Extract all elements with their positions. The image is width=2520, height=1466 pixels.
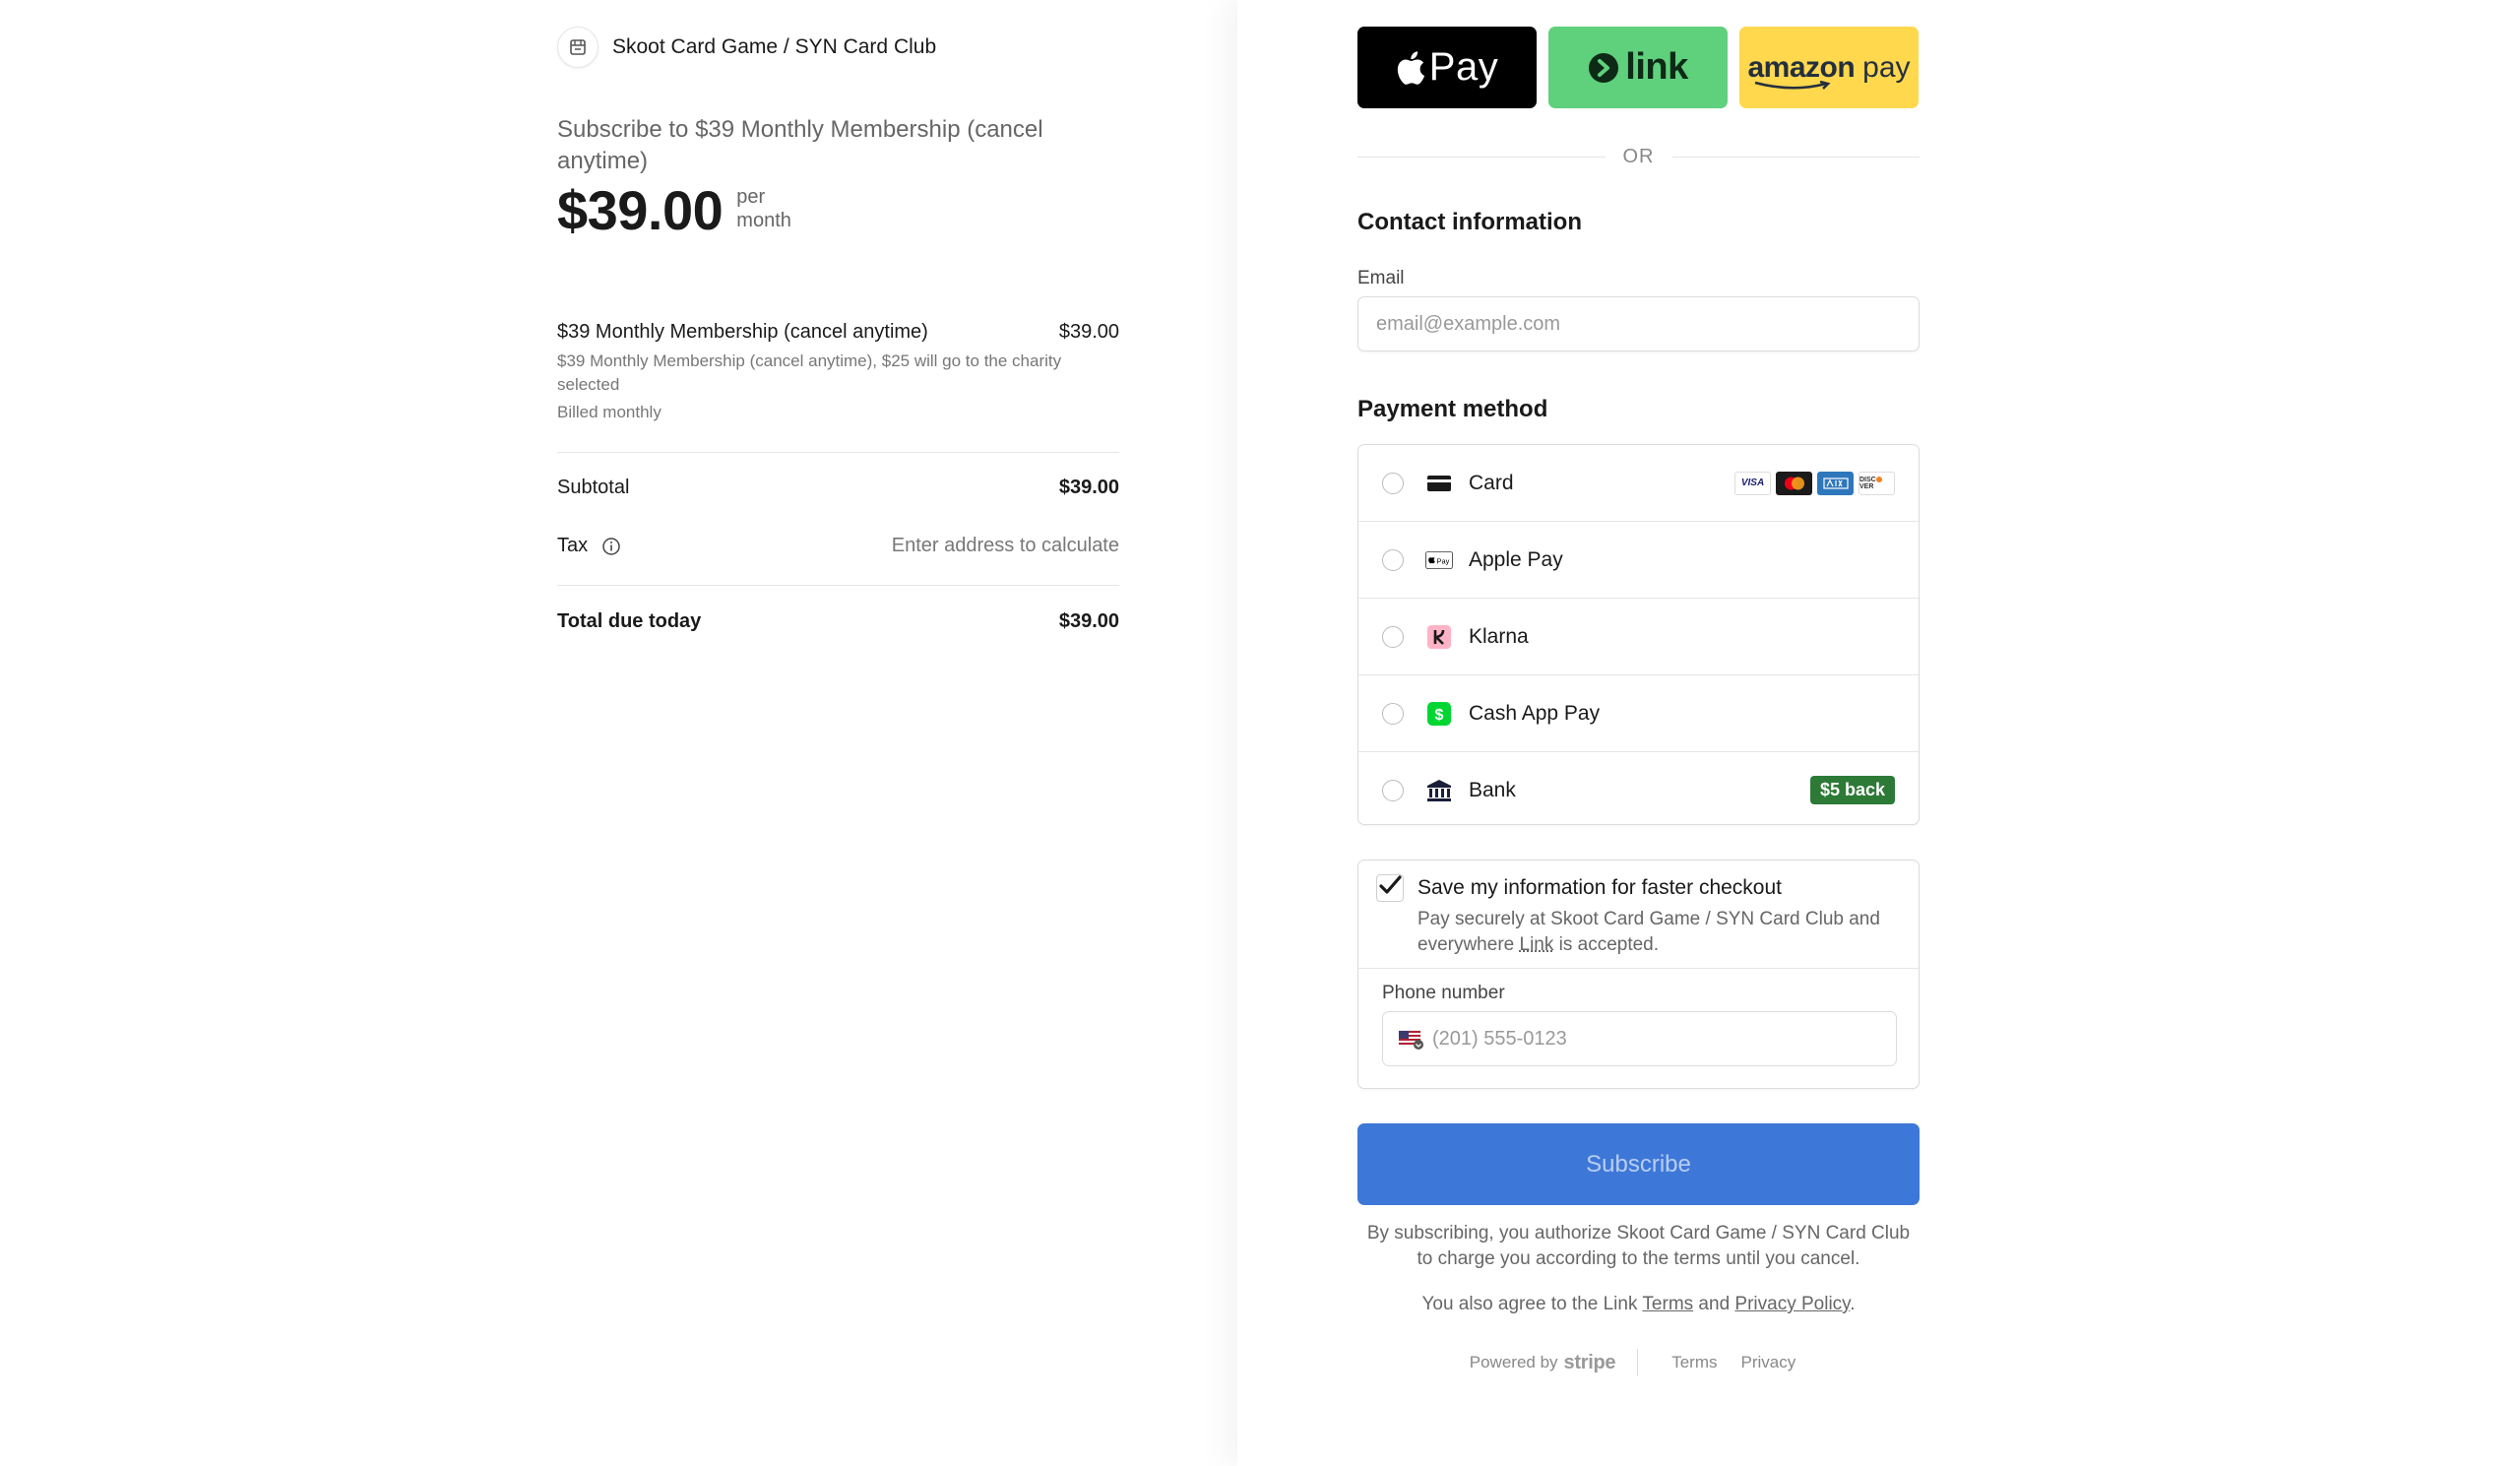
footer: Powered by stripe Terms Privacy: [1357, 1349, 1920, 1376]
subtotal-label: Subtotal: [557, 477, 630, 498]
tax-label: Tax: [557, 535, 589, 556]
bank-cashback-badge: $5 back: [1809, 776, 1895, 804]
price-amount: $39.00: [557, 179, 724, 241]
apple-pay-label: Pay: [1428, 45, 1499, 89]
agree-text: You also agree to the Link: [1421, 1294, 1643, 1314]
link-terms-link[interactable]: Terms: [1642, 1294, 1693, 1314]
authorization-text: By subscribing, you authorize Skoot Card…: [1366, 1223, 1911, 1269]
phone-label: Phone number: [1382, 983, 1505, 1003]
info-icon[interactable]: [601, 537, 621, 556]
klarna-icon: [1425, 623, 1453, 651]
payment-option-bank[interactable]: Bank $5 back: [1358, 752, 1919, 828]
mastercard-icon: [1776, 471, 1812, 495]
email-placeholder: email@example.com: [1376, 312, 1561, 335]
tax-value: Enter address to calculate: [891, 535, 1119, 556]
express-checkout: Pay link amazon pay: [1357, 27, 1919, 108]
payment-method-list: Card VISA DISCVER Pay Apple Pay Klarna $…: [1357, 444, 1920, 825]
save-info-description: Pay securely at Skoot Card Game / SYN Ca…: [1418, 907, 1910, 958]
payment-label-apple-pay: Apple Pay: [1469, 547, 1563, 571]
and-text: and: [1693, 1294, 1735, 1314]
visa-icon: VISA: [1734, 471, 1771, 495]
subscribe-button[interactable]: Subscribe: [1357, 1123, 1920, 1205]
payment-label-klarna: Klarna: [1469, 624, 1529, 648]
or-divider: OR: [1357, 146, 1920, 168]
amazon-label: amazon: [1747, 50, 1856, 84]
payment-option-cash-app[interactable]: $ Cash App Pay: [1358, 675, 1919, 751]
link-label: link: [1625, 46, 1688, 88]
link-privacy-link[interactable]: Privacy Policy: [1734, 1294, 1850, 1314]
card-icon: [1425, 470, 1453, 497]
save-info-box: Save my information for faster checkout …: [1357, 860, 1920, 1089]
bank-icon: [1425, 777, 1453, 804]
or-text: OR: [1622, 146, 1655, 167]
total-label: Total due today: [557, 610, 702, 632]
line-item: $39 Monthly Membership (cancel anytime) …: [557, 321, 1119, 422]
radio-card[interactable]: [1382, 472, 1404, 494]
amex-icon: [1817, 471, 1854, 495]
footer-terms-link[interactable]: Terms: [1671, 1353, 1717, 1372]
payment-method-title: Payment method: [1357, 396, 1548, 422]
cash-app-icon: $: [1425, 700, 1453, 728]
order-summary-pane: Skoot Card Game / SYN Card Club Subscrib…: [0, 0, 1237, 1466]
stripe-logo[interactable]: stripe: [1564, 1352, 1616, 1374]
amazon-smile-icon: [1755, 80, 1831, 90]
apple-logo-icon: [1397, 50, 1424, 85]
phone-placeholder: (201) 555-0123: [1432, 1027, 1567, 1050]
line-item-amount: $39.00: [1058, 321, 1119, 343]
email-field[interactable]: email@example.com: [1357, 296, 1920, 351]
footer-privacy-link[interactable]: Privacy: [1741, 1353, 1796, 1372]
payment-option-card[interactable]: Card VISA DISCVER: [1358, 445, 1919, 521]
discover-icon: DISCVER: [1858, 471, 1895, 495]
line-item-name: $39 Monthly Membership (cancel anytime): [557, 321, 928, 343]
amazon-pay-label: pay: [1862, 50, 1911, 84]
line-item-billing: Billed monthly: [557, 403, 662, 421]
phone-field[interactable]: (201) 555-0123: [1382, 1011, 1897, 1066]
merchant-name: Skoot Card Game / SYN Card Club: [612, 35, 937, 58]
save-info-checkbox[interactable]: [1376, 874, 1404, 902]
radio-cash-app[interactable]: [1382, 702, 1404, 725]
period-text: .: [1850, 1294, 1856, 1314]
total-row: Total due today $39.00: [557, 610, 1119, 633]
link-agreement-text: You also agree to the Link Terms and Pri…: [1357, 1294, 1920, 1315]
svg-text:Pay: Pay: [1437, 556, 1450, 565]
tax-row: Tax Enter address to calculate: [557, 535, 1119, 557]
amazon-pay-button[interactable]: amazon pay: [1739, 27, 1919, 108]
apple-pay-button[interactable]: Pay: [1357, 27, 1537, 108]
svg-text:$: $: [1435, 707, 1444, 724]
card-brands: VISA DISCVER: [1734, 471, 1895, 495]
checkmark-icon: [1379, 875, 1402, 894]
price-row: $39.00 per month: [557, 179, 805, 242]
link-button[interactable]: link: [1548, 27, 1728, 108]
line-item-description: $39 Monthly Membership (cancel anytime),…: [557, 351, 1062, 394]
link-arrow-icon: [1589, 52, 1619, 83]
payment-label-card: Card: [1469, 471, 1514, 494]
subscription-title: Subscribe to $39 Monthly Membership (can…: [557, 116, 1043, 174]
payment-label-bank: Bank: [1469, 778, 1516, 801]
email-label: Email: [1357, 268, 1405, 288]
apple-pay-icon: Pay: [1425, 546, 1453, 574]
subtotal-value: $39.00: [1058, 477, 1119, 498]
divider: [557, 585, 1119, 586]
footer-divider: [1637, 1349, 1639, 1376]
payment-option-klarna[interactable]: Klarna: [1358, 599, 1919, 674]
separator: [1358, 968, 1919, 969]
save-info-title: Save my information for faster checkout: [1418, 876, 1782, 899]
total-value: $39.00: [1058, 610, 1119, 632]
contact-title: Contact information: [1357, 209, 1582, 235]
price-period: per month: [736, 186, 791, 231]
radio-apple-pay[interactable]: [1382, 548, 1404, 571]
powered-by-text: Powered by: [1469, 1353, 1558, 1371]
merchant-header[interactable]: Skoot Card Game / SYN Card Club: [557, 27, 936, 68]
us-flag-icon[interactable]: [1398, 1030, 1424, 1050]
radio-bank[interactable]: [1382, 779, 1404, 801]
tax-label-wrap: Tax: [557, 535, 621, 557]
store-icon: [557, 27, 598, 68]
divider: [557, 452, 1119, 453]
payment-label-cash-app: Cash App Pay: [1469, 701, 1601, 725]
link-learn-more[interactable]: Link: [1520, 934, 1554, 955]
subtotal-row: Subtotal $39.00: [557, 477, 1119, 499]
save-desc-text-end: is accepted.: [1553, 934, 1660, 955]
payment-option-apple-pay[interactable]: Pay Apple Pay: [1358, 522, 1919, 598]
radio-klarna[interactable]: [1382, 625, 1404, 648]
